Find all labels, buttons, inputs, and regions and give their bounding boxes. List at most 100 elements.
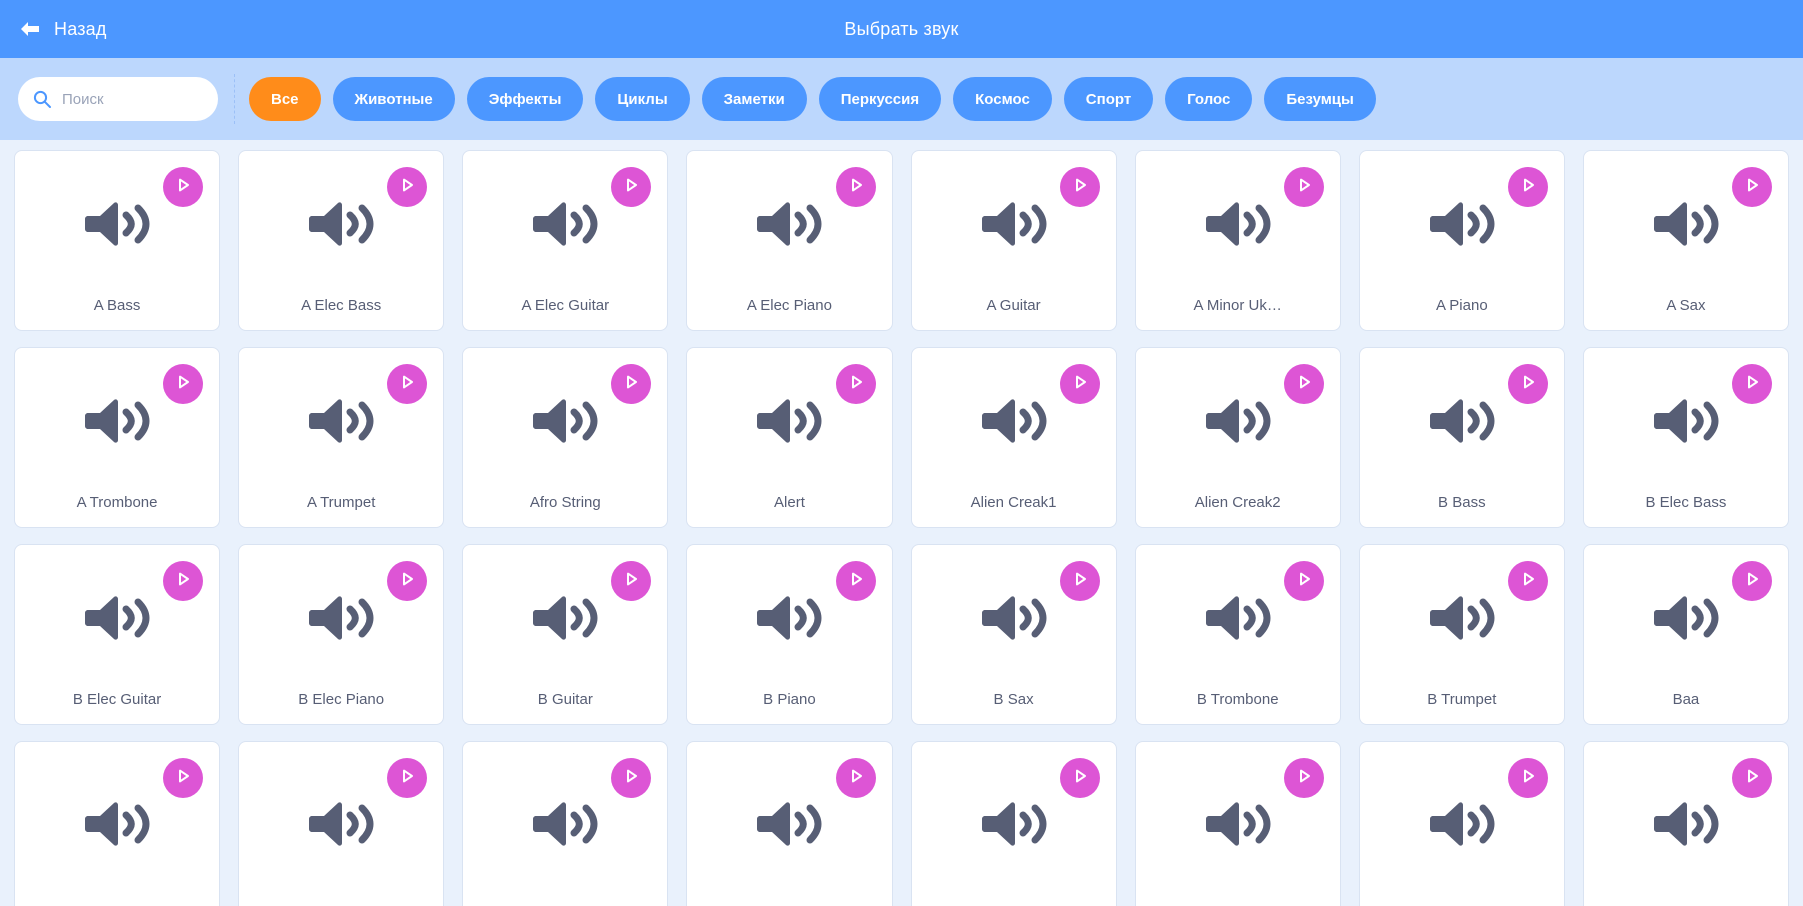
category-chip-effekty[interactable]: Эффекты [466,77,584,121]
library-header: Назад Выбрать звук [0,0,1803,58]
sound-name: Alert [774,494,805,511]
speaker-icon [1429,393,1495,449]
play-button[interactable] [835,167,876,207]
sound-name: Alien Creak2 [1194,494,1281,511]
category-chip-vse[interactable]: Все [249,77,321,121]
sound-tile[interactable]: A Sax [1582,150,1789,331]
sound-tile[interactable] [1358,741,1565,906]
play-button[interactable] [1507,364,1548,404]
sound-tile[interactable]: A Piano [1358,150,1565,331]
speaker-icon [756,196,822,252]
sound-tile[interactable] [1582,741,1789,906]
play-button[interactable] [835,561,876,601]
sound-tile[interactable]: B Elec Guitar [14,544,221,725]
play-button[interactable] [1507,561,1548,601]
sound-name: B Trombone [1196,691,1279,708]
play-button[interactable] [1059,758,1100,798]
play-icon [1519,570,1537,593]
play-icon [847,570,865,593]
speaker-icon [756,393,822,449]
play-button[interactable] [1059,561,1100,601]
category-chip-perkussiya[interactable]: Перкуссия [818,77,942,121]
play-button[interactable] [1507,758,1548,798]
play-button[interactable] [387,561,428,601]
sound-name: A Bass [93,297,141,314]
sound-tile[interactable]: B Trombone [1134,544,1341,725]
sound-tile[interactable] [462,741,669,906]
play-button[interactable] [1507,167,1548,207]
play-button[interactable] [163,561,204,601]
sound-tile[interactable]: A Elec Bass [238,150,445,331]
category-chip-zhivotnye[interactable]: Животные [332,77,455,121]
sound-tile[interactable]: Afro String [462,347,669,528]
play-button[interactable] [163,167,204,207]
play-icon [1071,767,1089,790]
sound-tile[interactable]: B Elec Piano [238,544,445,725]
play-button[interactable] [163,758,204,798]
sound-tile[interactable]: B Guitar [462,544,669,725]
category-chip-sport[interactable]: Спорт [1063,77,1154,121]
sound-tile[interactable]: A Trombone [14,347,221,528]
sound-tile[interactable]: A Elec Guitar [462,150,669,331]
sound-library-scroll-area[interactable]: A Bass A Elec Bass A Elec Guitar A Elec … [0,140,1803,906]
play-button[interactable] [1059,364,1100,404]
sound-name: Baa [1672,691,1700,708]
play-icon [1071,176,1089,199]
sound-tile[interactable]: A Elec Piano [686,150,893,331]
sound-tile[interactable] [238,741,445,906]
sound-name: Alien Creak1 [970,494,1057,511]
speaker-icon [308,796,374,852]
sound-tile[interactable]: Baa [1582,544,1789,725]
sound-tile[interactable]: B Elec Bass [1582,347,1789,528]
play-button[interactable] [1732,561,1772,601]
sound-tile[interactable]: B Trumpet [1358,544,1565,725]
category-chip-kosmos[interactable]: Космос [953,77,1052,121]
category-chip-tsikly[interactable]: Циклы [595,77,690,121]
play-button[interactable] [387,758,428,798]
play-icon [1295,373,1313,396]
play-button[interactable] [835,364,876,404]
sound-tile[interactable]: A Bass [14,150,221,331]
sound-tile[interactable]: Alert [686,347,893,528]
category-chip-golos[interactable]: Голос [1165,77,1253,121]
play-button[interactable] [163,364,204,404]
play-button[interactable] [387,364,428,404]
sound-tile[interactable] [14,741,221,906]
play-icon [174,570,192,593]
sound-name: B Bass [1438,494,1486,511]
sound-tile[interactable]: A Guitar [910,150,1117,331]
sound-tile[interactable]: B Piano [686,544,893,725]
category-chip-zametki[interactable]: Заметки [701,77,807,121]
play-button[interactable] [1283,167,1324,207]
sound-tile[interactable]: A Trumpet [238,347,445,528]
sound-tile[interactable] [686,741,893,906]
sound-tile[interactable]: A Minor Uk… [1134,150,1341,331]
play-button[interactable] [1283,364,1324,404]
sound-tile[interactable]: Alien Creak2 [1134,347,1341,528]
play-button[interactable] [1059,167,1100,207]
sound-tile[interactable] [1134,741,1341,906]
play-button[interactable] [1732,364,1772,404]
play-button[interactable] [835,758,876,798]
sound-tile[interactable]: B Sax [910,544,1117,725]
sound-tile[interactable]: B Bass [1358,347,1565,528]
play-button[interactable] [1283,561,1324,601]
play-button[interactable] [1283,758,1324,798]
speaker-icon [1429,590,1495,646]
sound-tile[interactable]: Alien Creak1 [910,347,1117,528]
search-input[interactable] [62,90,204,108]
play-button[interactable] [1732,167,1772,207]
search-icon [32,89,52,109]
speaker-icon [308,590,374,646]
page-title: Выбрать звук [844,18,959,39]
sound-name: A Guitar [986,297,1041,314]
play-icon [847,176,865,199]
sound-name: A Elec Guitar [521,297,610,314]
back-button[interactable]: Назад [18,19,107,40]
search-box[interactable] [18,77,218,121]
play-button[interactable] [1732,758,1772,798]
play-button[interactable] [387,167,428,207]
sound-tile[interactable] [910,741,1117,906]
category-chip-bezumtsy[interactable]: Безумцы [1264,77,1376,121]
sound-name: B Elec Bass [1645,494,1727,511]
